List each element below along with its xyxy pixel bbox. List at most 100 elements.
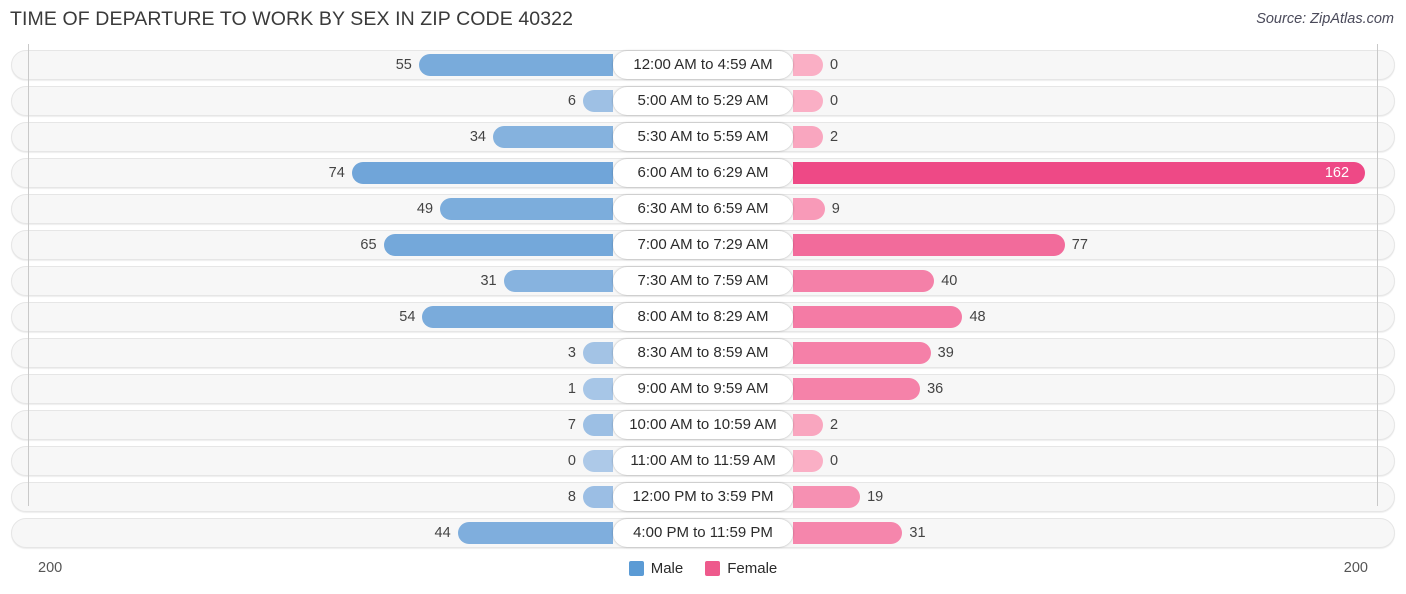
bar-rows: 55 0 12:00 AM to 4:59 AM 6 0 5:00 AM to 5:29 …: [0, 50, 1406, 554]
value-label-female: 39: [937, 345, 954, 361]
value-label-female: 2: [830, 417, 839, 433]
table-row[interactable]: 31 40 7:30 AM to 7:59 AM: [0, 266, 1406, 296]
bar-male[interactable]: [583, 342, 613, 364]
axis-line-right: [1377, 44, 1378, 506]
value-label-female: 48: [969, 309, 986, 325]
value-label-female: 40: [941, 273, 958, 289]
value-label-female: 19: [867, 489, 884, 505]
value-label-female: 0: [830, 93, 839, 109]
table-row[interactable]: 74 162 6:00 AM to 6:29 AM: [0, 158, 1406, 188]
value-label-male: 74: [328, 165, 345, 181]
value-label-male: 0: [567, 453, 576, 469]
value-label-male: 54: [399, 309, 416, 325]
value-label-male: 7: [567, 417, 576, 433]
bar-female[interactable]: [793, 126, 823, 148]
value-label-female: 0: [830, 57, 839, 73]
category-label: 6:30 AM to 6:59 AM: [613, 195, 793, 223]
category-label: 12:00 AM to 4:59 AM: [613, 51, 793, 79]
bar-male[interactable]: [422, 306, 613, 328]
category-label: 4:00 PM to 11:59 PM: [613, 519, 793, 547]
legend-swatch-male-icon: [628, 561, 644, 576]
category-label: 5:00 AM to 5:29 AM: [613, 87, 793, 115]
bar-female[interactable]: [793, 270, 935, 292]
legend-label-male: Male: [650, 560, 684, 577]
table-row[interactable]: 55 0 12:00 AM to 4:59 AM: [0, 50, 1406, 80]
table-row[interactable]: 6 0 5:00 AM to 5:29 AM: [0, 86, 1406, 116]
value-label-male: 6: [567, 93, 576, 109]
legend-item-female[interactable]: Female: [705, 560, 777, 577]
bar-male[interactable]: [457, 522, 613, 544]
value-label-male: 65: [360, 237, 377, 253]
value-label-male: 34: [469, 129, 486, 145]
value-label-female: 162: [1324, 165, 1350, 181]
bar-male[interactable]: [383, 234, 613, 256]
table-row[interactable]: 44 31 4:00 PM to 11:59 PM: [0, 518, 1406, 548]
value-label-female: 0: [830, 453, 839, 469]
bar-female[interactable]: [793, 378, 921, 400]
value-label-female: 2: [830, 129, 839, 145]
value-label-male: 8: [567, 489, 576, 505]
source-attribution: Source: ZipAtlas.com: [1256, 11, 1394, 27]
table-row[interactable]: 54 48 8:00 AM to 8:29 AM: [0, 302, 1406, 332]
value-label-female: 36: [927, 381, 944, 397]
bar-male[interactable]: [418, 54, 613, 76]
chart-footer: 200 200 Male Female: [0, 552, 1406, 594]
chart-page: TIME OF DEPARTURE TO WORK BY SEX IN ZIP …: [0, 0, 1406, 594]
table-row[interactable]: 49 9 6:30 AM to 6:59 AM: [0, 194, 1406, 224]
category-label: 10:00 AM to 10:59 AM: [613, 411, 793, 439]
table-row[interactable]: 7 2 10:00 AM to 10:59 AM: [0, 410, 1406, 440]
value-label-male: 3: [567, 345, 576, 361]
category-label: 12:00 PM to 3:59 PM: [613, 483, 793, 511]
axis-line-left: [28, 44, 29, 506]
bar-female[interactable]: [793, 198, 825, 220]
plot-area: 55 0 12:00 AM to 4:59 AM 6 0 5:00 AM to 5:29 …: [0, 44, 1406, 552]
bar-male[interactable]: [583, 378, 613, 400]
value-label-male: 1: [567, 381, 576, 397]
bar-male[interactable]: [492, 126, 613, 148]
table-row[interactable]: 8 19 12:00 PM to 3:59 PM: [0, 482, 1406, 512]
bar-female[interactable]: [793, 342, 931, 364]
bar-female[interactable]: [793, 450, 823, 472]
value-label-male: 44: [434, 525, 451, 541]
bar-female[interactable]: [793, 90, 823, 112]
bar-female[interactable]: [793, 54, 823, 76]
bar-male[interactable]: [351, 162, 613, 184]
legend-label-female: Female: [727, 560, 778, 577]
bar-female[interactable]: [793, 486, 861, 508]
category-label: 8:30 AM to 8:59 AM: [613, 339, 793, 367]
category-label: 6:00 AM to 6:29 AM: [613, 159, 793, 187]
bar-male[interactable]: [583, 414, 613, 436]
bar-male[interactable]: [583, 486, 613, 508]
page-title: TIME OF DEPARTURE TO WORK BY SEX IN ZIP …: [10, 8, 574, 30]
category-label: 7:00 AM to 7:29 AM: [613, 231, 793, 259]
value-label-female: 77: [1071, 237, 1088, 253]
category-label: 5:30 AM to 5:59 AM: [613, 123, 793, 151]
value-label-female: 31: [909, 525, 926, 541]
bar-female[interactable]: [793, 522, 903, 544]
bar-female[interactable]: [793, 306, 963, 328]
table-row[interactable]: 0 0 11:00 AM to 11:59 AM: [0, 446, 1406, 476]
category-label: 11:00 AM to 11:59 AM: [613, 447, 793, 475]
legend: Male Female: [0, 560, 1406, 577]
value-label-female: 9: [831, 201, 840, 217]
bar-male[interactable]: [440, 198, 613, 220]
legend-item-male[interactable]: Male: [628, 560, 684, 577]
legend-swatch-female-icon: [705, 561, 721, 576]
table-row[interactable]: 65 77 7:00 AM to 7:29 AM: [0, 230, 1406, 260]
category-label: 9:00 AM to 9:59 AM: [613, 375, 793, 403]
table-row[interactable]: 34 2 5:30 AM to 5:59 AM: [0, 122, 1406, 152]
value-label-male: 55: [395, 57, 412, 73]
bar-male[interactable]: [503, 270, 613, 292]
table-row[interactable]: 3 39 8:30 AM to 8:59 AM: [0, 338, 1406, 368]
bar-male[interactable]: [583, 450, 613, 472]
bar-female[interactable]: [793, 414, 823, 436]
table-row[interactable]: 1 36 9:00 AM to 9:59 AM: [0, 374, 1406, 404]
bar-female[interactable]: [793, 162, 1365, 184]
bar-male[interactable]: [583, 90, 613, 112]
chart-header: TIME OF DEPARTURE TO WORK BY SEX IN ZIP …: [0, 0, 1406, 44]
bar-female[interactable]: [793, 234, 1065, 256]
category-label: 7:30 AM to 7:59 AM: [613, 267, 793, 295]
value-label-male: 31: [480, 273, 497, 289]
category-label: 8:00 AM to 8:29 AM: [613, 303, 793, 331]
value-label-male: 49: [416, 201, 434, 217]
